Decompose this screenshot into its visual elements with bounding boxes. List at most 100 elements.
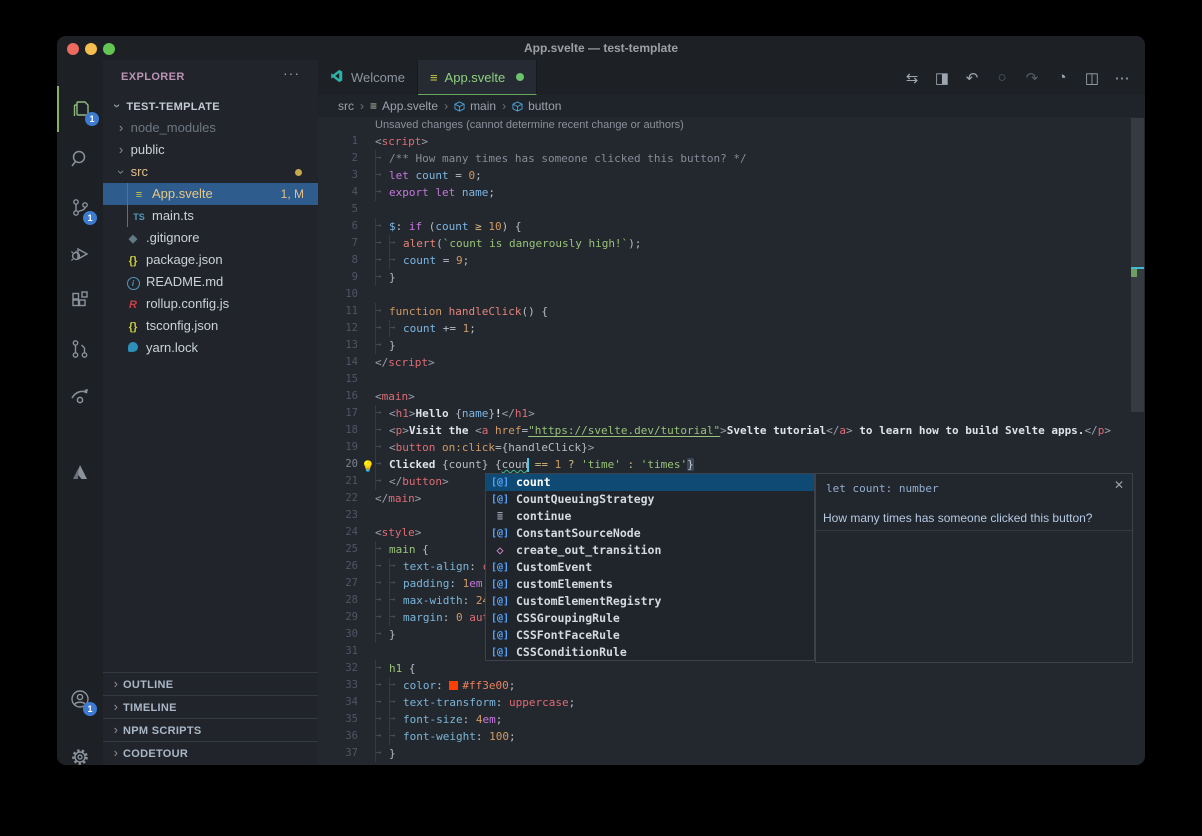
code-line-2[interactable]: 2→/** How many times has someone clicked… (318, 150, 1145, 167)
tree-item-yarn-lock[interactable]: yarn.lock (103, 337, 318, 359)
code-line-16[interactable]: 16<main> (318, 388, 1145, 405)
code-line-10[interactable]: 10 (318, 286, 1145, 303)
code-token: 'time' (581, 458, 621, 471)
suggest-item-cssfontfacerule[interactable]: [@]CSSFontFaceRule (486, 627, 814, 644)
code-token: ; (488, 186, 495, 199)
symbol-var-icon: [@] (490, 610, 510, 627)
more-actions-icon[interactable]: ⋯ (1107, 69, 1137, 87)
tree-item-rollup-config-js[interactable]: Rrollup.config.js (103, 293, 318, 315)
suggest-item-cssgroupingrule[interactable]: [@]CSSGroupingRule (486, 610, 814, 627)
tree-item-tsconfig-json[interactable]: {}tsconfig.json (103, 315, 318, 337)
suggest-item-countqueuingstrategy[interactable]: [@]CountQueuingStrategy (486, 491, 814, 508)
suggest-item-customelementregistry[interactable]: [@]CustomElementRegistry (486, 593, 814, 610)
code-line-17[interactable]: 17→<h1>Hello {name}!</h1> (318, 405, 1145, 422)
code-line-14[interactable]: 14</script> (318, 354, 1145, 371)
code-line-12[interactable]: 12→→count += 1; (318, 320, 1145, 337)
docs-divider (816, 530, 1132, 531)
code-token: > (415, 492, 422, 505)
breadcrumb-item-button[interactable]: button (512, 99, 561, 113)
unsaved-dot-icon[interactable] (516, 73, 524, 81)
line-number: 2 (318, 150, 358, 167)
explorer-icon[interactable]: 1 (57, 86, 105, 132)
code-line-13[interactable]: 13→} (318, 337, 1145, 354)
section-timeline[interactable]: ›TIMELINE (103, 695, 318, 718)
whitespace-tab-icon: → (375, 303, 389, 320)
suggest-item-count[interactable]: [@]count (486, 474, 814, 491)
code-line-4[interactable]: 4→export let name; (318, 184, 1145, 201)
code-line-7[interactable]: 7→→alert(`count is dangerously high!`); (318, 235, 1145, 252)
code-line-6[interactable]: 6→$: if (count ≥ 10) { (318, 218, 1145, 235)
tree-item-public[interactable]: › public (103, 139, 318, 161)
suggest-item-cssconditionrule[interactable]: [@]CSSConditionRule (486, 644, 814, 661)
whitespace-tab-icon: → (389, 711, 403, 728)
code-line-5[interactable]: 5 (318, 201, 1145, 218)
suggest-item-customelements[interactable]: [@]customElements (486, 576, 814, 593)
code-line-3[interactable]: 3→let count = 0; (318, 167, 1145, 184)
suggest-item-continue[interactable]: ≣continue (486, 508, 814, 525)
code-line-34[interactable]: 34→→text-transform: uppercase; (318, 694, 1145, 711)
code-line-36[interactable]: 36→→font-weight: 100; (318, 728, 1145, 745)
suggest-item-constantsourcenode[interactable]: [@]ConstantSourceNode (486, 525, 814, 542)
tree-root-test-template[interactable]: › TEST-TEMPLATE (103, 95, 318, 117)
tree-item-package-json[interactable]: {}package.json (103, 249, 318, 271)
code-line-35[interactable]: 35→→font-size: 4em; (318, 711, 1145, 728)
code-token: 'times' (641, 458, 687, 471)
code-line-11[interactable]: 11→function handleClick() { (318, 303, 1145, 320)
suggest-item-label: CSSConditionRule (516, 644, 627, 661)
suggest-item-create_out_transition[interactable]: ◇create_out_transition (486, 542, 814, 559)
tree-item-app-svelte[interactable]: ≡App.svelte1, M (103, 183, 318, 205)
code-line-15[interactable]: 15 (318, 371, 1145, 388)
code-token: ; (569, 696, 576, 709)
azure-icon[interactable] (57, 449, 103, 495)
code-line-37[interactable]: 37→} (318, 745, 1145, 762)
breadcrumb-item-main[interactable]: main (454, 99, 496, 113)
tree-item-readme-md[interactable]: iREADME.md (103, 271, 318, 293)
code-line-9[interactable]: 9→} (318, 269, 1145, 286)
open-preview-icon[interactable]: ◨ (927, 69, 957, 87)
code-token: ; (475, 169, 482, 182)
breadcrumb-item-app-svelte[interactable]: ≡App.svelte (370, 99, 438, 113)
code-token: count (435, 220, 468, 233)
navigate-back-icon[interactable]: ↶ (957, 69, 987, 87)
section-codetour[interactable]: ›CODETOUR (103, 741, 318, 764)
navigate-position-icon[interactable]: ○ (987, 69, 1017, 86)
code-line-33[interactable]: 33→→color: #ff3e00; (318, 677, 1145, 694)
breadcrumb-item-src[interactable]: src (338, 99, 354, 113)
split-editor-icon[interactable]: ◫ (1077, 69, 1107, 87)
rollup-file-icon: R (125, 294, 141, 316)
tree-item-node-modules[interactable]: › node_modules (103, 117, 318, 139)
code-line-18[interactable]: 18→<p>Visit the <a href="https://svelte.… (318, 422, 1145, 439)
scrollbar[interactable] (1131, 118, 1144, 412)
tab-app-svelte[interactable]: ≡ App.svelte (418, 60, 537, 95)
extensions-icon[interactable] (57, 278, 103, 324)
code-line-1[interactable]: 1<script> (318, 133, 1145, 150)
section-npm-scripts[interactable]: ›NPM SCRIPTS (103, 718, 318, 741)
code-line-19[interactable]: 19→<button on:click={handleClick}> (318, 439, 1145, 456)
navigate-forward-icon[interactable]: ↷ (1017, 69, 1047, 87)
source-control-icon[interactable]: 1 (57, 185, 103, 231)
open-changes-icon[interactable]: ⇆ (897, 69, 927, 87)
accounts-icon[interactable]: 1 (57, 676, 103, 722)
tree-item--gitignore[interactable]: ◆.gitignore (103, 227, 318, 249)
file-history-icon[interactable]: ◔ (1047, 69, 1077, 86)
code-token: : (463, 713, 476, 726)
suggest-item-customevent[interactable]: [@]CustomEvent (486, 559, 814, 576)
code-token: ; (463, 254, 470, 267)
tree-item-src[interactable]: › src (103, 161, 318, 183)
github-pull-requests-icon[interactable] (57, 326, 103, 372)
run-debug-icon[interactable] (57, 231, 103, 277)
code-token: name (462, 186, 489, 199)
search-icon[interactable] (57, 136, 103, 182)
sidebar-more-actions-icon[interactable]: ··· (283, 65, 300, 81)
settings-gear-icon[interactable] (57, 734, 103, 765)
line-number: 9 (318, 269, 358, 286)
section-outline[interactable]: ›OUTLINE (103, 672, 318, 695)
whitespace-tab-icon: → (375, 218, 389, 235)
tab-welcome[interactable]: Welcome (318, 60, 418, 95)
close-icon[interactable]: ✕ (1114, 478, 1124, 492)
live-share-icon[interactable] (57, 373, 103, 419)
code-editor[interactable]: Unsaved changes (cannot determine recent… (318, 117, 1145, 765)
code-line-8[interactable]: 8→→count = 9; (318, 252, 1145, 269)
tree-item-main-ts[interactable]: TSmain.ts (103, 205, 318, 227)
code-line-20[interactable]: 20💡→Clicked {count} {coun == 1 ? 'time' … (318, 456, 1145, 473)
